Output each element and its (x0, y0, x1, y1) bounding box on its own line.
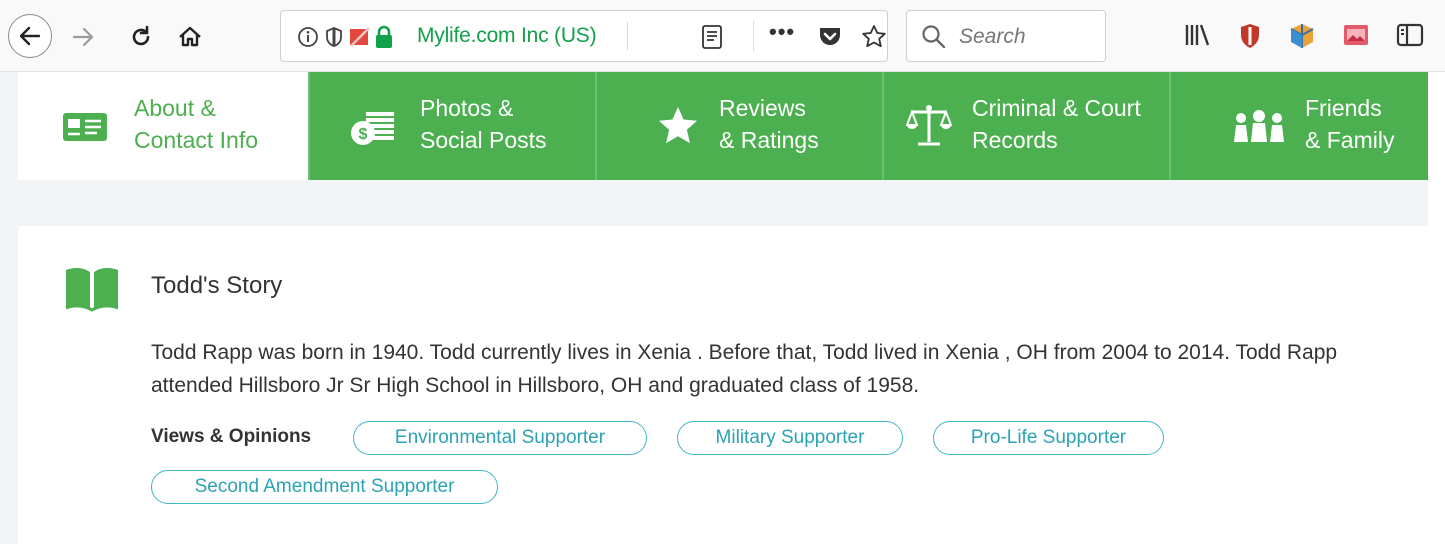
search-placeholder: Search (959, 25, 1026, 48)
tab-friends-family[interactable]: Friends & Family (1169, 72, 1428, 180)
open-book-icon (64, 266, 120, 317)
info-icon[interactable] (297, 26, 319, 53)
profile-tabs: About & Contact Info $ Photos & Social P… (18, 72, 1428, 180)
ublock-shield-icon[interactable] (1238, 22, 1262, 55)
home-button[interactable] (173, 20, 207, 54)
tab-criminal-court[interactable]: Criminal & Court Records (882, 72, 1169, 180)
opinion-tag[interactable]: Second Amendment Supporter (151, 470, 498, 504)
back-button[interactable] (8, 14, 52, 58)
tab-label: Friends & Family (1305, 95, 1395, 153)
tab-label: Reviews & Ratings (719, 95, 819, 153)
back-arrow-icon (19, 26, 41, 46)
contact-card-icon (62, 112, 108, 142)
svg-text:$: $ (359, 126, 368, 143)
tab-label: Photos & Social Posts (420, 95, 547, 153)
tracking-blocked-icon[interactable] (348, 26, 372, 53)
home-icon (179, 26, 201, 47)
page-actions-button[interactable]: ••• (769, 19, 795, 45)
tracking-shield-icon[interactable] (325, 26, 343, 53)
forward-button[interactable] (66, 20, 100, 54)
url-divider (627, 22, 628, 50)
tab-reviews-ratings[interactable]: Reviews & Ratings (595, 72, 882, 180)
search-input[interactable]: Search (906, 10, 1106, 62)
extension-box-icon[interactable] (1288, 22, 1316, 55)
reader-view-icon[interactable] (701, 24, 723, 55)
site-identity[interactable]: Mylife.com Inc (US) (417, 24, 597, 48)
opinion-tag[interactable]: Pro-Life Supporter (933, 421, 1164, 455)
lock-icon[interactable] (373, 25, 395, 54)
story-title: Todd's Story (151, 272, 283, 299)
section-divider-strip (18, 180, 1428, 226)
tab-label: Criminal & Court Records (972, 95, 1141, 153)
reload-icon (132, 25, 150, 46)
url-bar[interactable]: Mylife.com Inc (US) ••• (280, 10, 888, 62)
profile-page: About & Contact Info $ Photos & Social P… (18, 72, 1428, 544)
opinion-tag[interactable]: Military Supporter (677, 421, 903, 455)
pocket-icon[interactable] (818, 25, 842, 52)
browser-toolbar: Mylife.com Inc (US) ••• Search (0, 0, 1445, 72)
people-icon (1231, 110, 1287, 144)
bookmark-star-icon[interactable] (861, 24, 887, 55)
url-divider (753, 20, 754, 52)
sidebar-icon[interactable] (1396, 22, 1424, 53)
forward-arrow-icon (72, 27, 94, 47)
story-text: Todd Rapp was born in 1940. Todd current… (151, 341, 1338, 397)
views-opinions-label: Views & Opinions (151, 426, 312, 447)
extension-image-icon[interactable] (1342, 22, 1370, 53)
scales-icon (906, 102, 952, 148)
search-icon (921, 24, 947, 55)
page-gutter (0, 72, 18, 544)
reload-button[interactable] (124, 20, 158, 54)
star-icon (657, 105, 699, 147)
tab-label: About & Contact Info (134, 95, 259, 153)
opinion-tag[interactable]: Environmental Supporter (353, 421, 647, 455)
tab-photos-social[interactable]: $ Photos & Social Posts (308, 72, 595, 180)
library-icon[interactable] (1184, 22, 1212, 53)
money-photos-icon: $ (350, 108, 396, 148)
tab-about-contact[interactable]: About & Contact Info (18, 72, 308, 180)
